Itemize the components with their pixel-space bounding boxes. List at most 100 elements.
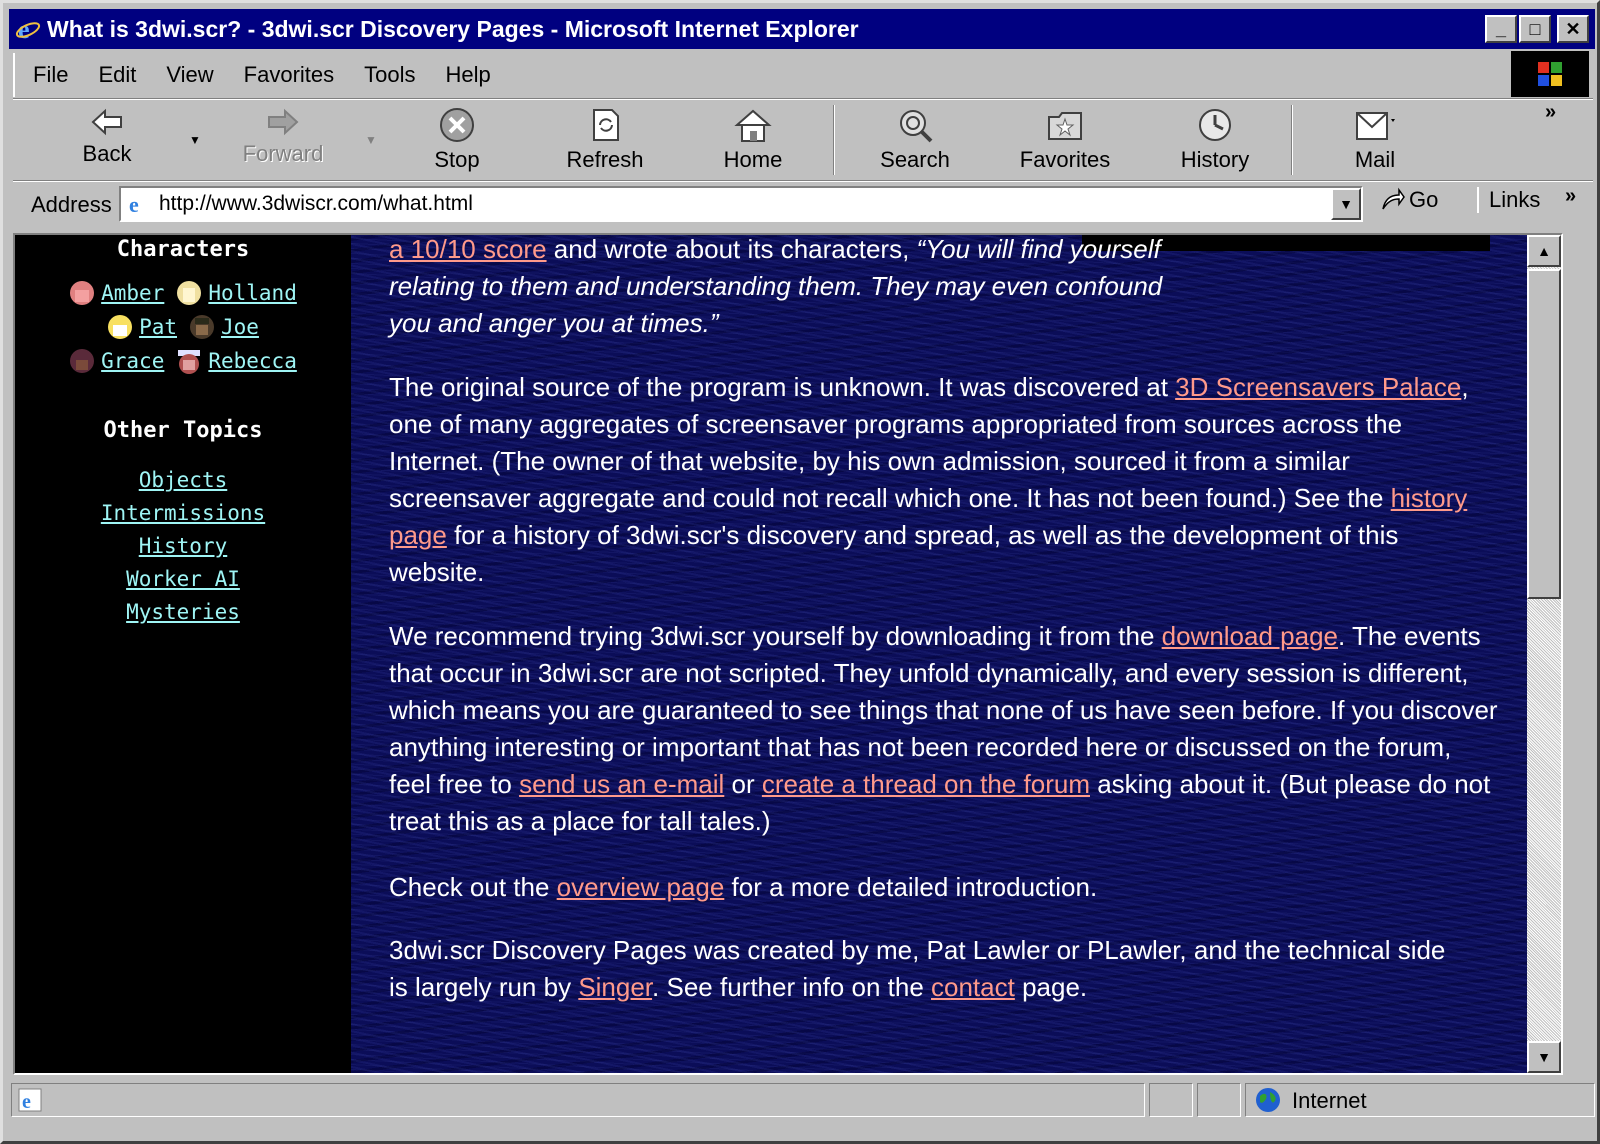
character-link[interactable]: Rebecca (208, 349, 297, 373)
browser-window: e What is 3dwi.scr? - 3dwi.scr Discovery… (0, 0, 1600, 1144)
history-label: History (1180, 147, 1250, 172)
menu-file[interactable]: File (33, 62, 68, 88)
favorites-label: Favorites (1019, 147, 1111, 172)
status-text-cell: e (11, 1083, 1145, 1117)
history-button[interactable]: History (1155, 101, 1275, 179)
joe-face-icon (190, 315, 214, 339)
page-viewport: Characters Amber Holland Pat Joe Grace R… (13, 233, 1563, 1075)
topics-list: Objects Intermissions History Worker AI … (15, 465, 351, 630)
menu-tools[interactable]: Tools (364, 62, 415, 88)
address-input[interactable]: e http://www.3dwiscr.com/what.html ▼ (119, 186, 1363, 222)
back-label: Back (82, 141, 132, 166)
character-joe[interactable]: Joe (189, 314, 259, 340)
status-lock-cell (1197, 1083, 1241, 1117)
address-url: http://www.3dwiscr.com/what.html (159, 192, 473, 215)
vertical-scrollbar[interactable]: ▲ ▼ (1527, 235, 1561, 1073)
forum-thread-link[interactable]: create a thread on the forum (762, 769, 1090, 799)
menu-bar: File Edit View Favorites Tools Help (13, 53, 1513, 97)
title-bar[interactable]: e What is 3dwi.scr? - 3dwi.scr Discovery… (9, 9, 1595, 49)
forward-arrow-icon (268, 108, 299, 136)
scroll-down-button[interactable]: ▼ (1527, 1041, 1561, 1073)
credits-paragraph: 3dwi.scr Discovery Pages was created by … (389, 932, 1469, 1006)
download-paragraph: We recommend trying 3dwi.scr yourself by… (389, 618, 1499, 840)
rebecca-face-icon (178, 350, 201, 374)
window-controls: _ □ ✕ (1485, 15, 1589, 43)
characters-row: Amber Holland (15, 276, 351, 310)
menu-edit[interactable]: Edit (98, 62, 136, 88)
character-rebecca[interactable]: Rebecca (176, 348, 297, 374)
security-zone-cell: Internet (1245, 1083, 1595, 1117)
toolbar-more-chevron-icon[interactable]: » (1545, 101, 1556, 124)
history-clock-icon (1199, 109, 1231, 141)
search-button[interactable]: Search (855, 101, 975, 179)
go-arrow-icon (1382, 187, 1405, 210)
maximize-icon: □ (1529, 18, 1541, 39)
other-topics-heading: Other Topics (103, 418, 263, 443)
characters-row: Grace Rebecca (15, 344, 351, 378)
go-button[interactable]: Go (1379, 187, 1438, 213)
pat-face-icon (108, 315, 133, 339)
stop-icon (440, 108, 474, 142)
maximize-button[interactable]: □ (1519, 15, 1551, 43)
forward-dropdown-icon[interactable]: ▼ (365, 133, 377, 147)
character-link[interactable]: Pat (139, 315, 177, 339)
forward-label: Forward (242, 141, 324, 166)
email-link[interactable]: send us an e-mail (519, 769, 724, 799)
stop-button[interactable]: Stop (397, 101, 517, 179)
paragraph-text: for a more detailed introduction. (724, 872, 1098, 902)
character-link[interactable]: Joe (221, 315, 259, 339)
back-dropdown-icon[interactable]: ▼ (189, 133, 201, 147)
characters-list: Amber Holland Pat Joe Grace Rebecca (15, 276, 351, 378)
favorites-button[interactable]: Favorites (1005, 101, 1125, 179)
amber-face-icon (70, 281, 95, 305)
singer-link[interactable]: Singer (578, 972, 652, 1002)
topic-link-mysteries[interactable]: Mysteries (126, 600, 240, 624)
scroll-up-button[interactable]: ▲ (1527, 235, 1561, 267)
character-link[interactable]: Grace (101, 349, 164, 373)
status-progress-cell (1149, 1083, 1193, 1117)
forward-button[interactable]: Forward (223, 101, 343, 179)
search-label: Search (880, 147, 950, 172)
close-button[interactable]: ✕ (1557, 15, 1589, 43)
overview-paragraph: Check out the overview page for a more d… (389, 869, 1489, 906)
minimize-button[interactable]: _ (1485, 15, 1517, 43)
scroll-thumb[interactable] (1527, 269, 1561, 599)
page-ie-icon: e (126, 192, 148, 216)
topic-link-intermissions[interactable]: Intermissions (101, 501, 265, 525)
characters-heading: Characters (116, 237, 250, 262)
menu-favorites[interactable]: Favorites (244, 62, 334, 88)
character-grace[interactable]: Grace (69, 348, 164, 374)
home-button[interactable]: Home (693, 101, 813, 179)
overview-page-link[interactable]: overview page (557, 872, 725, 902)
score-link[interactable]: a 10/10 score (389, 235, 547, 264)
toolbar-divider (1291, 105, 1293, 175)
character-holland[interactable]: Holland (176, 280, 297, 306)
links-more-chevron-icon[interactable]: » (1565, 185, 1576, 208)
close-icon: ✕ (1565, 18, 1581, 39)
character-pat[interactable]: Pat (107, 314, 177, 340)
address-label: Address (31, 192, 112, 217)
minimize-icon: _ (1495, 18, 1506, 39)
menu-help[interactable]: Help (446, 62, 491, 88)
favorites-folder-icon (1048, 112, 1082, 140)
menu-view[interactable]: View (166, 62, 213, 88)
review-paragraph: a 10/10 score and wrote about its charac… (389, 235, 1169, 342)
topic-link-history[interactable]: History (139, 534, 228, 558)
character-link[interactable]: Amber (101, 281, 164, 305)
links-toolbar[interactable]: Links (1477, 187, 1540, 213)
download-page-link[interactable]: download page (1162, 621, 1338, 651)
mail-button[interactable]: Mail (1315, 101, 1435, 179)
home-label: Home (723, 147, 783, 172)
character-amber[interactable]: Amber (69, 280, 164, 306)
toolbar-separator (13, 98, 1593, 100)
back-button[interactable]: Back (47, 101, 167, 179)
contact-link[interactable]: contact (931, 972, 1015, 1002)
refresh-button[interactable]: Refresh (545, 101, 665, 179)
character-link[interactable]: Holland (208, 281, 297, 305)
address-dropdown-button[interactable]: ▼ (1331, 188, 1361, 220)
screensavers-palace-link[interactable]: 3D Screensavers Palace (1175, 372, 1461, 402)
topic-link-objects[interactable]: Objects (139, 468, 228, 492)
address-separator (13, 180, 1593, 182)
mail-label: Mail (1354, 147, 1396, 172)
topic-link-worker-ai[interactable]: Worker AI (126, 567, 240, 591)
